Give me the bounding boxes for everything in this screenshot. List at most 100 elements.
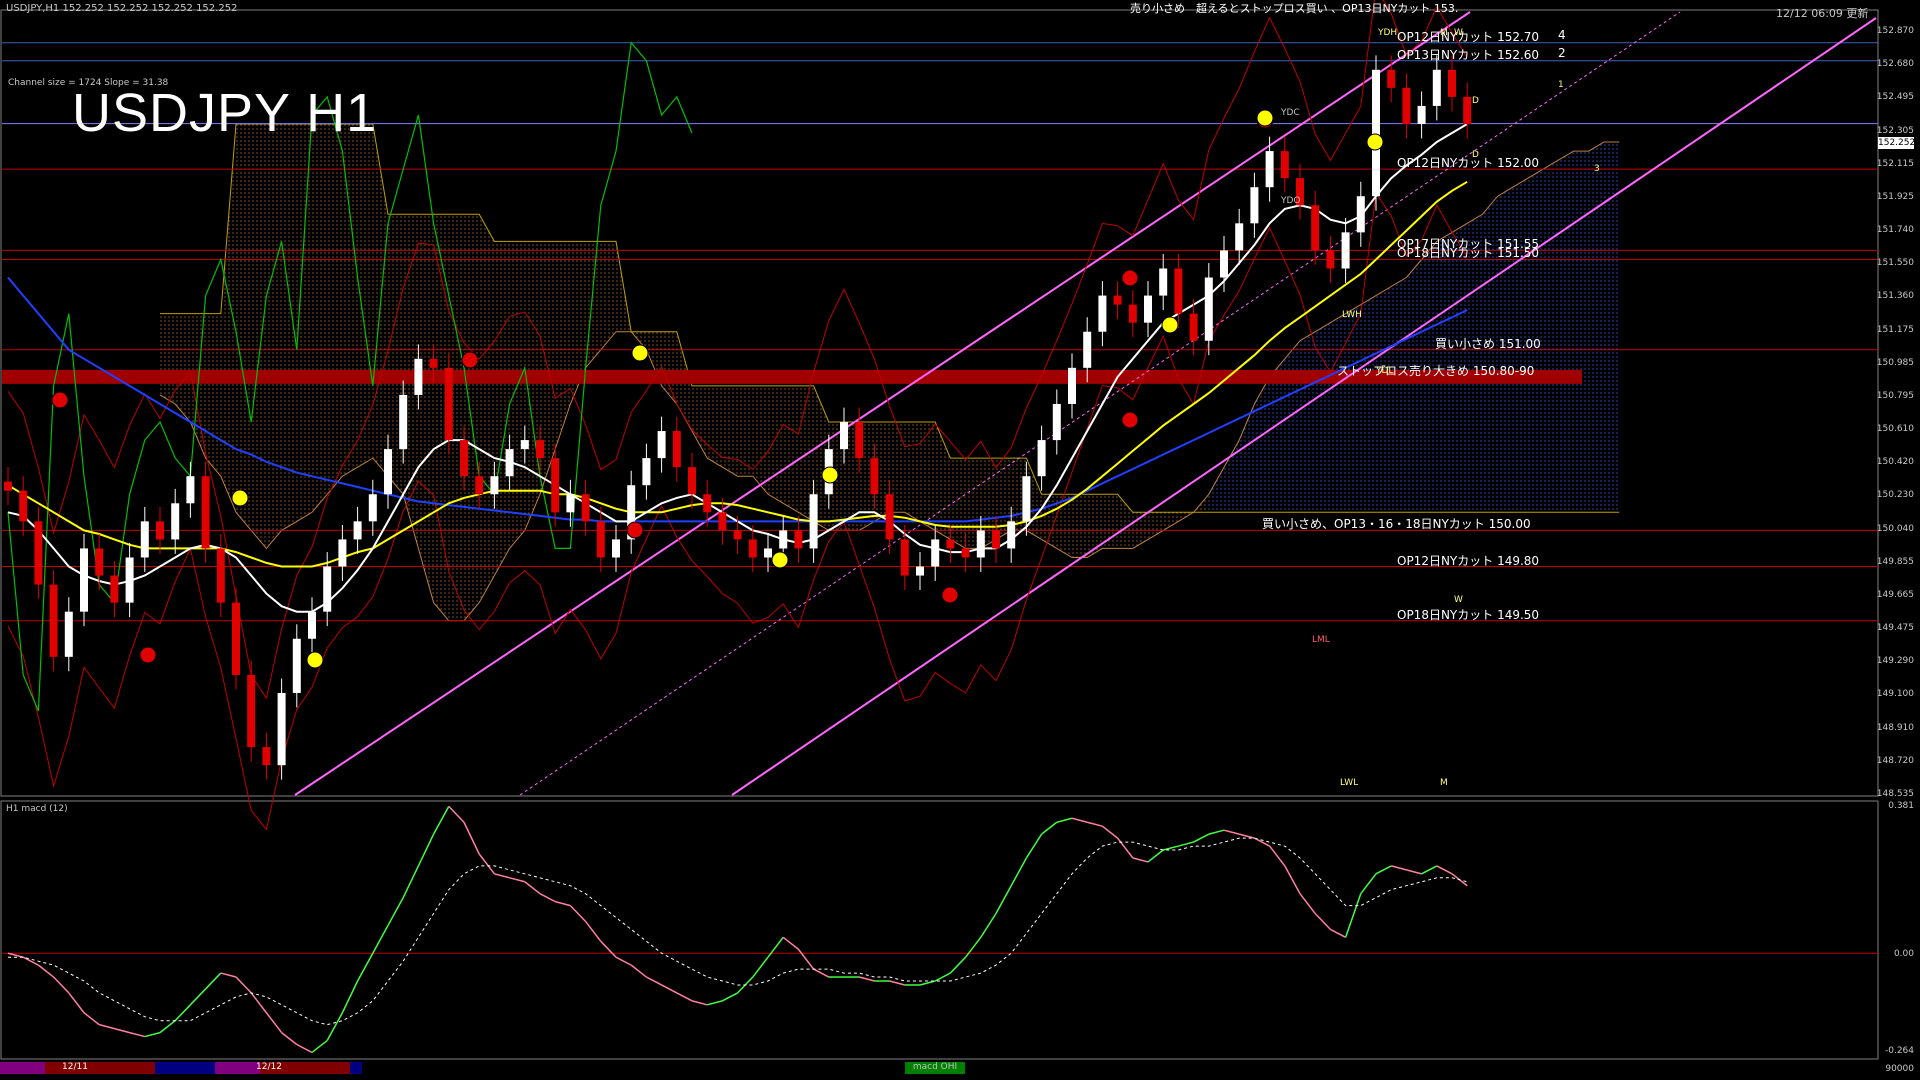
macd-line-seg xyxy=(1071,817,1088,823)
macd-line-seg xyxy=(813,968,830,978)
kumo-segment xyxy=(251,123,267,549)
candle-body xyxy=(19,490,28,522)
candle-body xyxy=(140,521,149,558)
level-label: 買い小さめ 151.00 xyxy=(1435,336,1541,351)
macd-line-seg xyxy=(1330,928,1346,939)
macd-line-seg xyxy=(555,900,571,907)
price-tick-label: 149.100 xyxy=(1876,689,1914,700)
macd-signal xyxy=(8,837,1468,1026)
session-segment xyxy=(215,1062,260,1074)
kumo-segment xyxy=(464,214,480,621)
candle-body xyxy=(95,548,104,576)
macd-line-seg xyxy=(585,921,602,942)
candle-body xyxy=(186,476,195,504)
macd-line-seg xyxy=(524,881,541,895)
signal-marker xyxy=(1121,411,1139,429)
candle-body xyxy=(429,358,438,368)
candle-body xyxy=(1052,403,1061,441)
signal-marker xyxy=(1366,133,1384,151)
candle-body xyxy=(247,674,256,748)
candle-body xyxy=(1174,268,1183,314)
candle-body xyxy=(80,548,88,612)
kumo-segment xyxy=(1239,403,1255,513)
level-number: 2 xyxy=(1558,45,1566,60)
candle-body xyxy=(292,638,301,693)
price-tick-label: 151.740 xyxy=(1876,225,1914,236)
marker-label-m: M xyxy=(1440,778,1448,788)
candle-body xyxy=(110,575,119,603)
candle-body xyxy=(490,476,499,495)
candle-body xyxy=(916,566,924,576)
candle-body xyxy=(1356,196,1365,233)
kumo-segment xyxy=(904,422,920,522)
price-tick-label: 152.495 xyxy=(1876,92,1914,103)
symbol-info: USDJPY,H1 152.252 152.252 152.252 152.25… xyxy=(6,3,238,14)
candle-body xyxy=(809,494,818,549)
candle-body xyxy=(718,512,727,531)
kumo-segment xyxy=(600,241,616,350)
kumo-segment xyxy=(327,123,343,495)
candle-body xyxy=(216,548,225,603)
candle-body xyxy=(338,539,347,567)
macd-line-seg xyxy=(356,952,374,982)
macd-line-seg xyxy=(539,893,556,903)
macd-line-seg xyxy=(949,956,967,974)
macd-line-seg xyxy=(281,1032,298,1046)
marker-label-lml: LML xyxy=(1312,635,1330,645)
candle-body xyxy=(946,539,955,549)
kumo-segment xyxy=(555,241,571,450)
macd-line-seg xyxy=(1087,821,1103,827)
kumo-segment xyxy=(236,123,252,531)
price-tick-label: 150.610 xyxy=(1876,424,1914,435)
kumo-segment xyxy=(1588,142,1604,513)
macd-line-seg xyxy=(919,980,936,986)
macd-line-seg xyxy=(995,885,1012,914)
candle-body xyxy=(688,467,696,495)
price-tick-label: 151.550 xyxy=(1876,258,1914,269)
signal-marker xyxy=(231,489,249,507)
macd-line-seg xyxy=(1056,817,1073,823)
macd-line-seg xyxy=(600,940,617,958)
macd-line-seg xyxy=(463,821,480,855)
top-notice: 売り小さめ 超えるとストップロス買い 、OP13日NYカット 153. xyxy=(1130,2,1459,15)
macd-line-seg xyxy=(1223,829,1240,835)
macd-line-seg xyxy=(387,897,404,926)
marker-label-num1: 1 xyxy=(1558,80,1564,90)
macd-line-seg xyxy=(68,992,85,1014)
macd-line-seg xyxy=(646,976,662,986)
candle-body xyxy=(840,422,848,450)
price-tick-label: 148.535 xyxy=(1876,789,1914,799)
marker-label-lwh: LWH xyxy=(1342,310,1362,320)
indicator-tag[interactable]: macd OHI xyxy=(905,1062,965,1074)
signal-marker xyxy=(139,646,157,664)
price-chart[interactable] xyxy=(0,0,1920,1080)
candle-body xyxy=(125,557,134,603)
session-segment xyxy=(0,1062,45,1074)
candle-body xyxy=(642,458,651,486)
kumo-segment xyxy=(494,241,510,576)
candle-body xyxy=(855,422,864,459)
candle-body xyxy=(672,431,681,468)
macd-line-seg xyxy=(22,956,39,966)
candle-body xyxy=(992,530,1000,549)
candle-body xyxy=(1128,304,1137,323)
price-tick-label: 149.475 xyxy=(1876,623,1914,634)
marker-label-ydh: YDH xyxy=(1378,28,1398,38)
kumo-segment xyxy=(920,422,936,531)
price-tick-label: 150.040 xyxy=(1876,523,1914,534)
candle-body xyxy=(384,449,392,495)
candle-body xyxy=(49,584,58,657)
macd-line-seg xyxy=(1239,833,1255,839)
price-tick-label: 149.665 xyxy=(1876,589,1914,600)
macd-line-seg xyxy=(1375,865,1392,875)
kumo-segment xyxy=(205,313,221,477)
kumo-segment xyxy=(342,123,358,477)
macd-line-seg xyxy=(265,1012,283,1034)
candle-body xyxy=(1280,151,1289,179)
macd-line-seg xyxy=(448,805,465,823)
macd-line-seg xyxy=(934,972,951,982)
candle-body xyxy=(612,539,620,558)
candle-body xyxy=(1463,96,1472,124)
signal-marker xyxy=(1161,316,1179,334)
candle-body xyxy=(1189,313,1198,341)
